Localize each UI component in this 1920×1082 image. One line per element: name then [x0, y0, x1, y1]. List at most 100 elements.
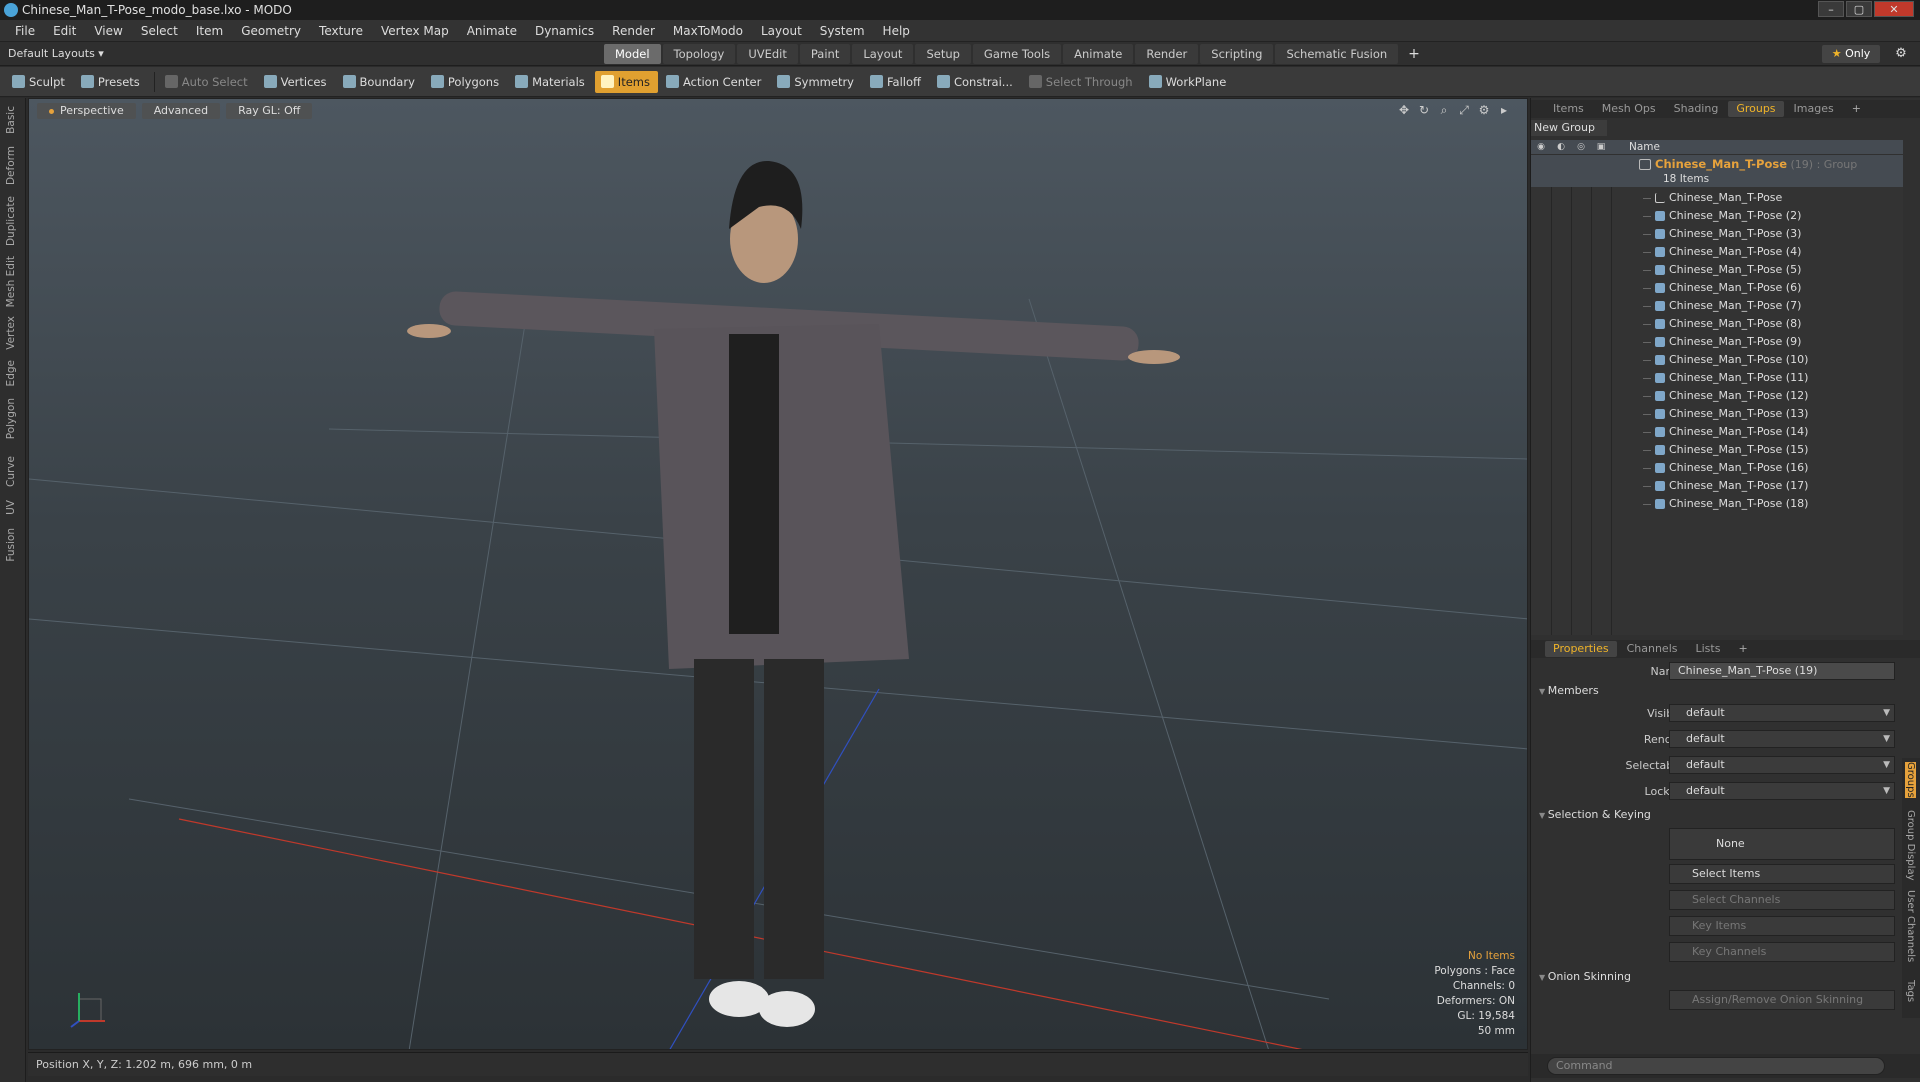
materials-button[interactable]: Materials — [509, 71, 593, 93]
menu-texture[interactable]: Texture — [310, 24, 372, 38]
vtab-vertex[interactable]: Vertex — [5, 316, 17, 350]
vtab-uv[interactable]: UV — [5, 500, 17, 515]
list-item[interactable]: Chinese_Man_T-Pose (17) — [1531, 477, 1903, 495]
tab-lists[interactable]: Lists — [1688, 641, 1729, 657]
menu-edit[interactable]: Edit — [44, 24, 85, 38]
falloff-button[interactable]: Falloff — [864, 71, 929, 93]
menu-view[interactable]: View — [85, 24, 131, 38]
list-item[interactable]: Chinese_Man_T-Pose (18) — [1531, 495, 1903, 513]
menu-help[interactable]: Help — [874, 24, 919, 38]
vertices-button[interactable]: Vertices — [258, 71, 335, 93]
raygl-button[interactable]: Ray GL: Off — [226, 103, 313, 119]
key-items-button[interactable]: Key Items — [1669, 916, 1895, 936]
tab-game-tools[interactable]: Game Tools — [972, 44, 1062, 64]
tab-mesh-ops[interactable]: Mesh Ops — [1594, 101, 1664, 117]
vtab-polygon[interactable]: Polygon — [5, 398, 17, 439]
tab-channels[interactable]: Channels — [1619, 641, 1686, 657]
list-item[interactable]: Chinese_Man_T-Pose — [1531, 189, 1903, 207]
zoom-view-icon[interactable]: ⌕ — [1437, 103, 1451, 117]
tab-animate[interactable]: Animate — [1063, 44, 1134, 64]
selectable-dropdown[interactable]: default ▼ — [1669, 756, 1895, 774]
list-item[interactable]: Chinese_Man_T-Pose (10) — [1531, 351, 1903, 369]
render-dropdown[interactable]: default ▼ — [1669, 730, 1895, 748]
group-row[interactable]: Chinese_Man_T-Pose (19) : Group 18 Items — [1531, 155, 1903, 187]
menu-system[interactable]: System — [811, 24, 874, 38]
sculpt-button[interactable]: Sculpt — [6, 71, 73, 93]
move-view-icon[interactable]: ✥ — [1397, 103, 1411, 117]
list-item[interactable]: Chinese_Man_T-Pose (14) — [1531, 423, 1903, 441]
group-name-field[interactable]: Chinese_Man_T-Pose (19) — [1669, 662, 1895, 680]
vtab-mesh-edit[interactable]: Mesh Edit — [5, 256, 17, 307]
tab-paint[interactable]: Paint — [799, 44, 851, 64]
list-item[interactable]: Chinese_Man_T-Pose (3) — [1531, 225, 1903, 243]
vtab-deform[interactable]: Deform — [5, 146, 17, 185]
none-button[interactable]: None — [1669, 828, 1895, 860]
side-tab-groups[interactable]: Groups — [1905, 762, 1916, 798]
visible-dropdown[interactable]: default ▼ — [1669, 704, 1895, 722]
maximize-button[interactable]: ▢ — [1846, 1, 1872, 17]
only-button[interactable]: ★ Only — [1822, 45, 1880, 63]
tab-schematic-fusion[interactable]: Schematic Fusion — [1275, 44, 1399, 64]
list-item[interactable]: Chinese_Man_T-Pose (2) — [1531, 207, 1903, 225]
workplane-button[interactable]: WorkPlane — [1143, 71, 1235, 93]
locked-dropdown[interactable]: default ▼ — [1669, 782, 1895, 800]
tab-layout[interactable]: Layout — [852, 44, 914, 64]
new-group-button[interactable]: New Group — [1531, 120, 1607, 136]
viewport-expand-icon[interactable]: ▸ — [1497, 103, 1511, 117]
eye-icon[interactable]: ◉ — [1531, 140, 1551, 154]
list-item[interactable]: Chinese_Man_T-Pose (9) — [1531, 333, 1903, 351]
3d-viewport[interactable]: Perspective Advanced Ray GL: Off ✥ ↻ ⌕ ⤢… — [28, 98, 1528, 1050]
add-tab-button[interactable]: + — [1400, 44, 1428, 64]
command-input[interactable]: Command — [1547, 1057, 1885, 1075]
tab-render[interactable]: Render — [1135, 44, 1199, 64]
gear-icon[interactable]: ⚙ — [1892, 45, 1910, 63]
action-center-button[interactable]: Action Center — [660, 71, 769, 93]
menu-render[interactable]: Render — [603, 24, 664, 38]
tab-model[interactable]: Model — [604, 44, 661, 64]
items-button[interactable]: Items — [594, 70, 658, 93]
symmetry-button[interactable]: Symmetry — [771, 71, 862, 93]
render-icon[interactable]: ◐ — [1551, 140, 1571, 154]
tab-groups[interactable]: Groups — [1728, 101, 1784, 117]
tab-uvedit[interactable]: UVEdit — [737, 44, 798, 64]
select-items-button[interactable]: Select Items — [1669, 864, 1895, 884]
presets-button[interactable]: Presets — [75, 71, 148, 93]
tab-topology[interactable]: Topology — [662, 44, 736, 64]
list-item[interactable]: Chinese_Man_T-Pose (6) — [1531, 279, 1903, 297]
vtab-edge[interactable]: Edge — [5, 360, 17, 386]
menu-animate[interactable]: Animate — [458, 24, 526, 38]
tab-items[interactable]: Items — [1545, 101, 1592, 117]
select-through-button[interactable]: Select Through — [1023, 71, 1141, 93]
menu-vertex-map[interactable]: Vertex Map — [372, 24, 458, 38]
tab-properties[interactable]: Properties — [1545, 641, 1617, 657]
list-item[interactable]: Chinese_Man_T-Pose (8) — [1531, 315, 1903, 333]
constrain-button[interactable]: Constrai... — [931, 71, 1021, 93]
key-channels-button[interactable]: Key Channels — [1669, 942, 1895, 962]
list-item[interactable]: Chinese_Man_T-Pose (16) — [1531, 459, 1903, 477]
list-item[interactable]: Chinese_Man_T-Pose (7) — [1531, 297, 1903, 315]
menu-file[interactable]: File — [6, 24, 44, 38]
polygons-button[interactable]: Polygons — [425, 71, 507, 93]
vtab-fusion[interactable]: Fusion — [5, 528, 17, 562]
tab-shading[interactable]: Shading — [1666, 101, 1727, 117]
list-item[interactable]: Chinese_Man_T-Pose (13) — [1531, 405, 1903, 423]
menu-layout[interactable]: Layout — [752, 24, 811, 38]
list-item[interactable]: Chinese_Man_T-Pose (15) — [1531, 441, 1903, 459]
fit-view-icon[interactable]: ⤢ — [1457, 103, 1471, 117]
side-tab-tags[interactable]: Tags — [1905, 980, 1916, 1002]
onion-skinning-section-header[interactable]: Onion Skinning — [1539, 970, 1631, 983]
side-tab-group-display[interactable]: Group Display — [1905, 810, 1916, 880]
add-properties-tab-button[interactable]: + — [1730, 641, 1755, 657]
advanced-shading-button[interactable]: Advanced — [141, 103, 221, 119]
vtab-basic[interactable]: Basic — [5, 106, 17, 134]
boundary-button[interactable]: Boundary — [337, 71, 423, 93]
add-panel-tab-button[interactable]: + — [1844, 101, 1869, 117]
menu-dynamics[interactable]: Dynamics — [526, 24, 603, 38]
rotate-view-icon[interactable]: ↻ — [1417, 103, 1431, 117]
tab-images[interactable]: Images — [1786, 101, 1842, 117]
side-tab-user-channels[interactable]: User Channels — [1905, 890, 1916, 962]
viewport-settings-icon[interactable]: ⚙ — [1477, 103, 1491, 117]
menu-geometry[interactable]: Geometry — [232, 24, 310, 38]
lock-icon[interactable]: ▣ — [1591, 140, 1611, 154]
select-icon[interactable]: ◎ — [1571, 140, 1591, 154]
